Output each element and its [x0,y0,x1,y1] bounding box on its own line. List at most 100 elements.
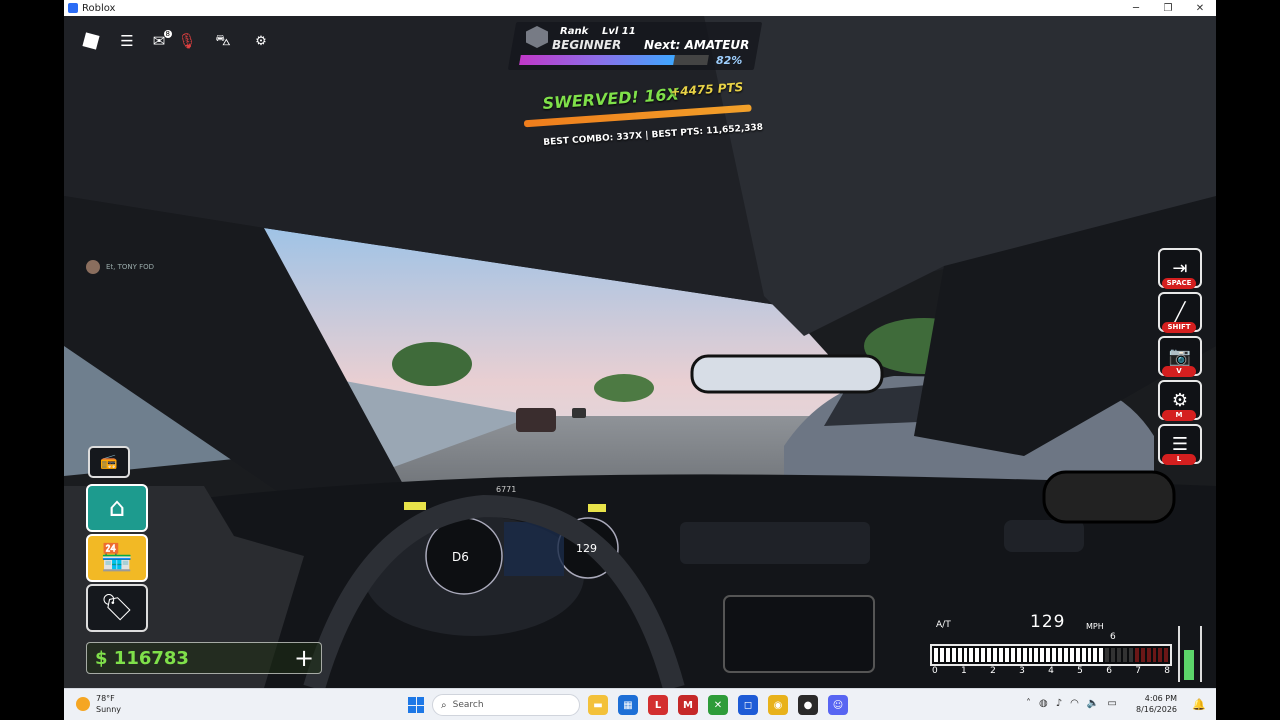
shop-button[interactable]: 🏪 [86,534,148,582]
minimize-button[interactable]: ─ [1120,3,1152,14]
clock-date: 8/16/2026 [1136,705,1178,714]
keybind-label: SHIFT [1162,322,1196,333]
rank-progress-fill [519,55,676,65]
hamburger-icon: ☰ [120,32,134,50]
rpm-segment [1117,648,1121,662]
windows-taskbar: 78°F Sunny ⌕ Search ▬ ▦ L M ✕ ◻ ◉ ● ☺ ˄ ◍ ♪ ◠ 🔈 … [64,688,1216,720]
rank-badge-icon [526,26,548,48]
dash-speed-display: 129 [576,542,597,555]
chat-button[interactable]: ✉ 8 [146,28,172,54]
rank-next: Next: AMATEUR [644,38,750,52]
file-explorer-icon[interactable]: ▬ [588,695,608,715]
rpm-segment [993,648,997,662]
rpm-segment [998,648,1003,662]
garage-button[interactable]: ⌂ [86,484,148,532]
dealership-button[interactable]: 🏷 [86,584,148,632]
game-viewport[interactable]: D6 129 6771 ☰ ✉ 8 🎙 ⛍ ⚙ Rank Lvl 11 BEGI… [64,16,1216,688]
notification-bell-icon[interactable]: 🔔 [1192,698,1206,711]
network-icon[interactable]: ◍ [1039,698,1048,709]
boost-gauge-fill [1184,650,1194,680]
rpm-segment [934,648,938,662]
rpm-segment [1146,648,1151,662]
chevron-up-icon[interactable]: ˄ [1026,698,1031,709]
keybind-label: SPACE [1162,278,1196,289]
app-store-icon[interactable]: ▦ [618,695,638,715]
obs-icon[interactable]: ● [798,695,818,715]
player-nametag: Et, TONY FOD [86,260,154,274]
rpm-segment [963,648,968,662]
rpm-segment [1063,648,1068,662]
rpm-bar [930,644,1172,666]
rpm-tick-label: 6 [1106,666,1112,676]
settings-button[interactable]: ⚙ [248,28,274,54]
rpm-segment [1087,648,1092,662]
rpm-segment [1128,648,1133,662]
rpm-segment [957,648,962,662]
keybind-label: L [1162,454,1196,465]
clock[interactable]: 4:06 PM 8/16/2026 [1136,693,1177,715]
rpm-segment [1134,648,1139,662]
rpm-tick-label: 7 [1135,666,1141,676]
letterbox-left [0,0,64,720]
taskbar-search[interactable]: ⌕ Search [432,694,580,716]
backpack-button[interactable]: ⛍ [210,28,236,54]
rpm-segment [1152,648,1157,662]
system-tray: ˄ ◍ ♪ ◠ 🔈 ▭ [1026,698,1117,709]
money-display: $ 116783 + [86,642,322,674]
rpm-tick-label: 3 [1019,666,1025,676]
chat-badge: 8 [163,30,172,38]
rpm-segment [1069,648,1074,662]
wifi-icon[interactable]: ◠ [1070,698,1079,709]
add-money-button[interactable]: + [287,644,321,672]
xbox-icon[interactable]: ✕ [708,695,728,715]
rpm-segment [1111,648,1116,662]
volume-icon[interactable]: 🔈 [1087,698,1099,709]
gear-icon: ⚙ [255,33,267,49]
rank-label: Rank [560,26,589,37]
bag-icon: ⛍ [215,31,231,49]
hamburger-menu-button[interactable]: ☰ [114,28,140,54]
windows-logo-icon [408,697,416,705]
dealership-icon: 🏷 [100,593,134,623]
weather-widget[interactable]: 78°F Sunny [76,693,121,715]
roblox-menu-button[interactable] [78,28,104,54]
maximize-button[interactable]: ❐ [1152,3,1184,14]
rpm-segment [945,648,950,662]
rpm-tick-labels: 0 1 2 3 4 5 6 7 8 [932,666,1170,676]
start-button[interactable] [408,697,424,713]
microphone-tray-icon[interactable]: ♪ [1056,698,1062,709]
discord-icon[interactable]: ☺ [828,695,848,715]
gear-readout: 6 [1110,632,1116,642]
rpm-segment [1040,648,1045,662]
garage-icon: ⌂ [108,493,126,523]
window-controls: ─ ❐ ✕ [1120,3,1216,14]
rpm-segment [1028,648,1033,662]
roblox-app-icon [68,3,78,13]
speed-unit: MPH [1086,622,1104,631]
mcafee-icon[interactable]: M [678,695,698,715]
door-exit-icon: ⇥ [1172,257,1188,279]
radio-button[interactable]: 📻 [88,446,130,478]
rpm-segment [1052,648,1057,662]
shop-icon: 🏪 [100,543,134,573]
rank-progress-bar [519,55,709,65]
speed-readout: 129 [1030,612,1066,632]
avatar [86,260,100,274]
rpm-segment [1022,648,1027,662]
rpm-segment [1105,648,1110,662]
rpm-segment [1158,648,1163,662]
clock-time: 4:06 PM [1144,694,1178,703]
player-name: Et, TONY FOD [106,263,155,271]
chrome-icon[interactable]: ◉ [768,695,788,715]
close-button[interactable]: ✕ [1184,3,1216,14]
rpm-segment [1046,648,1051,662]
rpm-tick-label: 1 [961,666,967,676]
rank-progress-pct: 82% [716,54,743,67]
rpm-tick-label: 5 [1077,666,1083,676]
voice-chat-button[interactable]: 🎙 [174,28,200,54]
battery-icon[interactable]: ▭ [1107,698,1116,709]
lastpass-icon[interactable]: L [648,695,668,715]
roblox-icon[interactable]: ◻ [738,695,758,715]
rpm-segment [1123,648,1127,662]
rpm-segment [1058,648,1062,662]
